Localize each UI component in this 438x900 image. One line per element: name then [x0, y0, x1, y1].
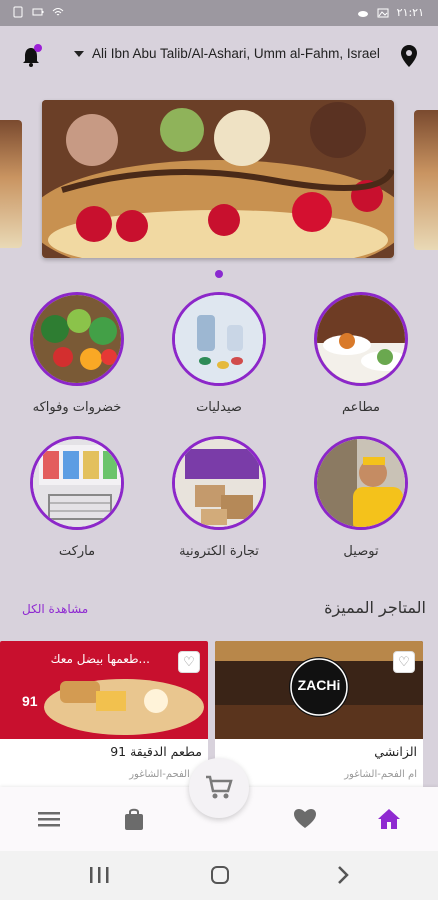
store-logo-text: ZACHi: [298, 677, 341, 693]
category-label: خضروات وفواكه: [32, 400, 122, 415]
store-name: مطعم الدقيقة 91: [110, 744, 202, 759]
category-image: [30, 436, 124, 530]
category-image: [172, 292, 266, 386]
heart-icon[interactable]: [292, 807, 318, 831]
home-icon[interactable]: [376, 807, 402, 831]
see-all-link[interactable]: مشاهدة الكل: [22, 602, 88, 616]
category-image: [30, 292, 124, 386]
sim-icon: [13, 6, 23, 18]
home-button-icon[interactable]: [208, 864, 232, 886]
back-icon[interactable]: [330, 864, 354, 886]
store-banner: ZACHi: [215, 641, 423, 739]
wifi-icon: [52, 8, 64, 16]
category-label: مطاعم: [342, 400, 380, 415]
category-image: [314, 292, 408, 386]
notification-dot: [34, 44, 42, 52]
store-card-zachi[interactable]: ZACHi ♡ الزانشي ام الفحم-الشاغور: [215, 641, 423, 791]
notifications-button[interactable]: [18, 44, 44, 70]
featured-section-header: مشاهدة الكل المتاجر المميزة: [0, 596, 438, 626]
category-label: ماركت: [58, 544, 96, 559]
promo-carousel[interactable]: [0, 100, 438, 260]
caret-down-icon: [74, 50, 84, 57]
store-location: ام الفحم-الشاغور: [344, 769, 417, 780]
app-header: Ali Ibn Abu Talib/Al-Ashari, Umm al-Fahm…: [0, 26, 438, 90]
carousel-indicator-dot[interactable]: [215, 270, 223, 278]
system-navigation-bar: [0, 851, 438, 900]
category-delivery[interactable]: توصيل: [296, 436, 426, 559]
category-restaurants[interactable]: مطاعم: [296, 292, 426, 415]
menu-icon[interactable]: [36, 807, 62, 831]
store-banner-text: طعمها بيضل معك...: [51, 652, 150, 666]
cart-icon: [206, 775, 233, 799]
address-selector[interactable]: Ali Ibn Abu Talib/Al-Ashari, Umm al-Fahm…: [74, 46, 380, 61]
dessert-image: [42, 100, 394, 258]
bag-icon[interactable]: [121, 807, 147, 831]
category-market[interactable]: ماركت: [12, 436, 142, 559]
section-title: المتاجر المميزة: [324, 598, 426, 617]
status-time: ٢١:٢١: [396, 6, 424, 19]
cart-button[interactable]: [189, 758, 249, 818]
store-logo-mark: 91: [22, 693, 38, 709]
category-ecommerce[interactable]: تجارة الكترونية: [154, 436, 284, 559]
carousel-slide-next[interactable]: [414, 110, 438, 250]
carousel-slide-prev[interactable]: [0, 120, 22, 248]
recent-apps-icon[interactable]: [87, 864, 111, 886]
store-card-91[interactable]: 91 طعمها بيضل معك... ♡ مطعم الدقيقة 91 ا…: [0, 641, 208, 791]
category-image: [314, 436, 408, 530]
category-label: تجارة الكترونية: [179, 544, 259, 559]
category-label: توصيل: [343, 544, 379, 559]
cloud-icon: [357, 10, 368, 17]
status-bar: ٢١:٢١: [0, 0, 438, 26]
category-vegetables[interactable]: خضروات وفواكه: [12, 292, 142, 415]
image-icon: [377, 8, 389, 17]
heart-outline-icon: ♡: [183, 654, 195, 670]
location-pin-icon[interactable]: [400, 44, 418, 68]
battery-icon: [32, 8, 44, 16]
category-image: [172, 436, 266, 530]
address-text: Ali Ibn Abu Talib/Al-Ashari, Umm al-Fahm…: [92, 46, 380, 61]
favorite-button[interactable]: ♡: [178, 651, 200, 673]
favorite-button[interactable]: ♡: [393, 651, 415, 673]
store-name: الزانشي: [374, 744, 417, 759]
carousel-slide-active[interactable]: [42, 100, 394, 258]
heart-outline-icon: ♡: [398, 654, 410, 670]
category-pharmacies[interactable]: صيدليات: [154, 292, 284, 415]
store-banner: 91 طعمها بيضل معك...: [0, 641, 208, 739]
category-label: صيدليات: [196, 400, 242, 415]
